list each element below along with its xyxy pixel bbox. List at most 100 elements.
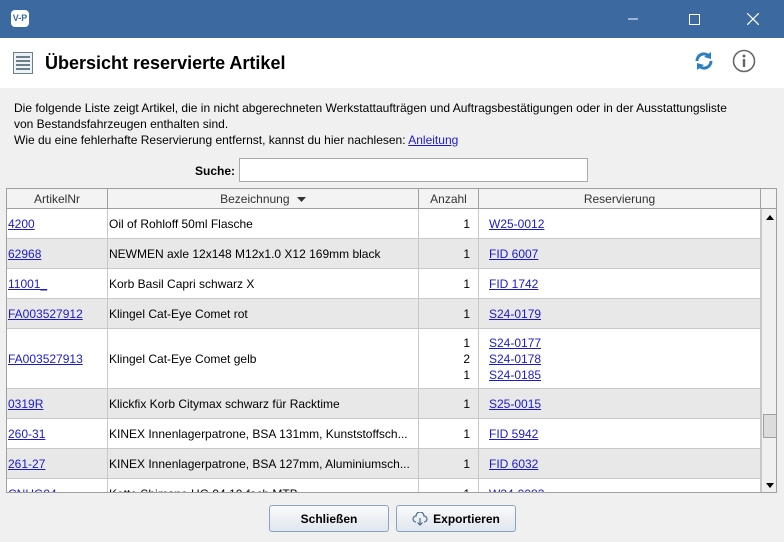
minimize-icon <box>628 18 638 20</box>
close-window-button[interactable] <box>730 0 776 38</box>
anzahl-value: 1 <box>463 246 470 261</box>
col-artikelnr[interactable]: ArtikelNr <box>7 189 108 209</box>
col-bezeichnung[interactable]: Bezeichnung <box>108 189 419 209</box>
info-button[interactable] <box>731 48 757 74</box>
cell-reservierung: FID 6007 <box>479 239 761 268</box>
cell-anzahl: 1 <box>419 209 479 238</box>
cell-anzahl: 1 <box>419 449 479 478</box>
anzahl-value: 1 <box>463 367 470 382</box>
cell-anzahl: 1 <box>419 479 479 493</box>
article-link[interactable]: 0319R <box>8 397 43 411</box>
refresh-icon <box>695 52 713 70</box>
cell-bezeichnung: KINEX Innenlagerpatrone, BSA 127mm, Alum… <box>108 449 419 478</box>
export-button[interactable]: Exportieren <box>396 505 516 532</box>
vertical-scrollbar[interactable] <box>761 209 776 492</box>
table-row[interactable]: 260-31 KINEX Innenlagerpatrone, BSA 131mm… <box>7 419 761 449</box>
cloud-download-icon <box>412 511 428 526</box>
header: Übersicht reservierte Artikel <box>0 38 784 88</box>
table-row[interactable]: 0319R Klickfix Korb Citymax schwarz für R… <box>7 389 761 419</box>
article-link[interactable]: 62968 <box>8 247 41 261</box>
scroll-up-arrow[interactable] <box>762 209 776 225</box>
close-button[interactable]: Schließen <box>269 505 389 532</box>
scroll-up-icon <box>766 214 774 220</box>
table-row[interactable]: FA003527912 Klingel Cat-Eye Comet rot 1 S24… <box>7 299 761 329</box>
anzahl-value: 1 <box>463 486 470 493</box>
scroll-down-icon <box>766 482 774 488</box>
intro-line-1: Die folgende Liste zeigt Artikel, die in… <box>14 101 727 115</box>
table-row[interactable]: 261-27 KINEX Innenlagerpatrone, BSA 127mm… <box>7 449 761 479</box>
article-link[interactable]: 261-27 <box>8 457 45 471</box>
intro-text: Die folgende Liste zeigt Artikel, die in… <box>14 100 774 148</box>
reservation-link[interactable]: FID 6032 <box>489 456 538 472</box>
maximize-button[interactable] <box>671 0 717 38</box>
reservation-link[interactable]: S24-0179 <box>489 306 541 322</box>
article-link[interactable]: CNHG94 <box>8 487 57 493</box>
cell-anzahl: 1 <box>419 269 479 298</box>
cell-artikelnr: FA003527912 <box>7 299 108 328</box>
sort-descending-icon <box>296 196 306 202</box>
reservation-link[interactable]: S24-0178 <box>489 351 541 367</box>
cell-anzahl: 121 <box>419 329 479 388</box>
cell-reservierung: FID 1742 <box>479 269 761 298</box>
article-link[interactable]: FA003527912 <box>8 307 83 321</box>
reservation-link[interactable]: S25-0015 <box>489 396 541 412</box>
table-row[interactable]: 62968 NEWMEN axle 12x148 M12x1.0 X12 169m… <box>7 239 761 269</box>
maximize-icon <box>688 13 700 25</box>
anzahl-value: 1 <box>463 306 470 321</box>
cell-artikelnr: 11001_ <box>7 269 108 298</box>
article-link[interactable]: 4200 <box>8 217 35 231</box>
anzahl-value: 1 <box>463 276 470 291</box>
col-reservierung[interactable]: Reservierung <box>479 189 761 209</box>
cell-artikelnr: FA003527913 <box>7 329 108 388</box>
anzahl-value: 1 <box>463 216 470 231</box>
refresh-button[interactable] <box>691 48 717 74</box>
cell-anzahl: 1 <box>419 389 479 418</box>
scrollbar-thumb[interactable] <box>763 414 776 438</box>
cell-reservierung: FID 6032 <box>479 449 761 478</box>
reservation-link[interactable]: FID 1742 <box>489 276 538 292</box>
search-label: Suche: <box>195 164 236 178</box>
anzahl-value: 2 <box>463 351 470 366</box>
table-row[interactable]: 11001_ Korb Basil Capri schwarz X 1 FID 174… <box>7 269 761 299</box>
table-row[interactable]: 4200 Oil of Rohloff 50ml Flasche 1 W25-0012 <box>7 209 761 239</box>
anzahl-value: 1 <box>463 335 470 350</box>
minimize-button[interactable] <box>610 0 656 38</box>
instructions-link[interactable]: Anleitung <box>408 133 458 147</box>
col-anzahl[interactable]: Anzahl <box>419 189 479 209</box>
cell-artikelnr: 261-27 <box>7 449 108 478</box>
cell-bezeichnung: Klingel Cat-Eye Comet gelb <box>108 329 419 388</box>
cell-bezeichnung: Kette Shimano HG 94 10-fach MTB <box>108 479 419 492</box>
reservation-link[interactable]: FID 6007 <box>489 246 538 262</box>
article-link[interactable]: 260-31 <box>8 427 45 441</box>
cell-artikelnr: 62968 <box>7 239 108 268</box>
intro-line-2: von Bestandsfahrzeugen enthalten sind. <box>14 117 229 131</box>
table-header: ArtikelNr Bezeichnung Anzahl Reservierun… <box>7 189 776 209</box>
article-link[interactable]: 11001_ <box>8 277 47 291</box>
anzahl-value: 1 <box>463 396 470 411</box>
cell-anzahl: 1 <box>419 419 479 448</box>
cell-anzahl: 1 <box>419 299 479 328</box>
cell-anzahl: 1 <box>419 239 479 268</box>
search-input[interactable] <box>239 158 588 182</box>
reservation-link[interactable]: FID 5942 <box>489 426 538 442</box>
cell-artikelnr: 0319R <box>7 389 108 418</box>
reservation-link[interactable]: W24-0083 <box>489 486 544 493</box>
reservation-link[interactable]: S24-0177 <box>489 335 541 351</box>
close-icon <box>747 13 759 25</box>
table-row[interactable]: CNHG94 Kette Shimano HG 94 10-fach MTB 1 W2… <box>7 479 761 493</box>
cell-reservierung: W24-0083 <box>479 479 761 493</box>
cell-reservierung: FID 5942 <box>479 419 761 448</box>
app-logo-icon: V-P <box>11 10 29 27</box>
table-row[interactable]: FA003527913 Klingel Cat-Eye Comet gelb 1 2 1… <box>7 329 761 389</box>
cell-artikelnr: 4200 <box>7 209 108 238</box>
reservation-link[interactable]: S24-0185 <box>489 367 541 383</box>
cell-artikelnr: CNHG94 <box>7 479 108 493</box>
scroll-down-arrow[interactable] <box>762 477 776 492</box>
article-link[interactable]: FA003527913 <box>8 352 83 366</box>
anzahl-value: 1 <box>463 426 470 441</box>
intro-line-3: Wie du eine fehlerhafte Reservierung ent… <box>14 133 459 147</box>
cell-artikelnr: 260-31 <box>7 419 108 448</box>
cell-bezeichnung: Klickfix Korb Citymax schwarz für Rackti… <box>108 389 419 418</box>
reservation-link[interactable]: W25-0012 <box>489 216 544 232</box>
cell-bezeichnung: KINEX Innenlagerpatrone, BSA 131mm, Kuns… <box>108 419 419 448</box>
